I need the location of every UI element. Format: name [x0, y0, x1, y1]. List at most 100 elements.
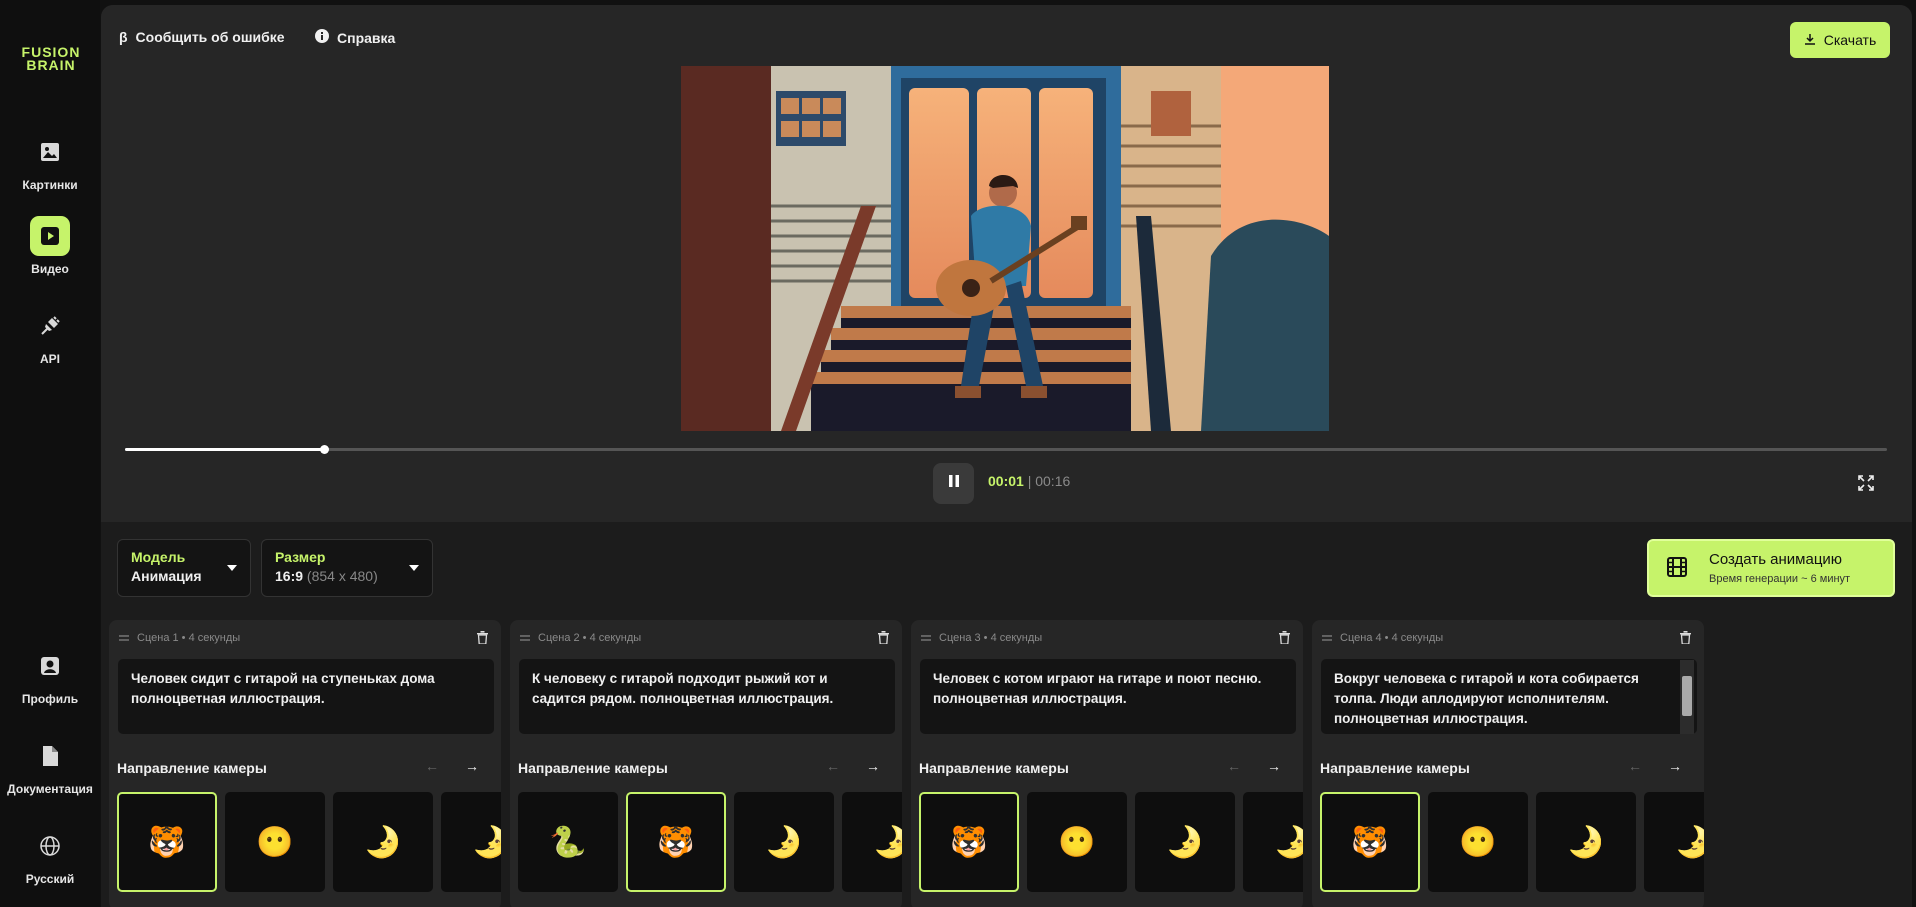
scene-title: Сцена 1 • 4 секунды	[137, 632, 241, 644]
beta-icon: β	[119, 29, 128, 45]
camera-option-icon: 😶	[256, 825, 294, 859]
camera-option[interactable]: 🌛	[1644, 792, 1704, 892]
sidebar-item-docs[interactable]: Документация	[0, 736, 100, 796]
sidebar-item-label: Видео	[31, 262, 69, 276]
create-animation-label: Создать анимацию	[1709, 551, 1843, 568]
arrow-left-icon[interactable]: ←	[1227, 758, 1241, 774]
camera-option-icon: 🌛	[1567, 825, 1605, 859]
arrow-left-icon[interactable]: ←	[1628, 758, 1642, 774]
sidebar-item-api[interactable]: API	[0, 306, 100, 366]
arrow-right-icon[interactable]: →	[1267, 758, 1281, 774]
current-time: 00:01	[988, 473, 1024, 489]
camera-option[interactable]: 🌛	[842, 792, 902, 892]
progress-bar[interactable]	[125, 445, 1887, 454]
help-label: Справка	[337, 29, 396, 46]
sidebar-item-label: Картинки	[22, 178, 78, 192]
camera-option[interactable]: 😶	[225, 792, 325, 892]
camera-option[interactable]: 🐍	[518, 792, 618, 892]
sidebar-item-images[interactable]: Картинки	[0, 132, 100, 192]
drag-handle-icon[interactable]	[119, 632, 129, 644]
scene-header: Сцена 3 • 4 секунды	[921, 632, 1042, 644]
scene-prompt-input[interactable]: Человек с котом играют на гитаре и поют …	[920, 659, 1296, 734]
arrow-left-icon[interactable]: ←	[425, 758, 439, 774]
download-icon	[1804, 32, 1816, 48]
prompt-scrollbar[interactable]	[1680, 660, 1694, 734]
camera-option[interactable]: 🌛	[1243, 792, 1303, 892]
camera-option[interactable]: 🐯	[1320, 792, 1420, 892]
size-pixels: (854 x 480)	[306, 568, 378, 584]
camera-options: 🐯 😶 🌛 🌛	[1320, 792, 1704, 892]
trash-icon[interactable]	[878, 631, 889, 649]
scene-card: Сцена 3 • 4 секунды Человек с котом игра…	[911, 620, 1303, 907]
camera-option-icon: 🐍	[549, 825, 587, 859]
sidebar-item-profile[interactable]: Профиль	[0, 646, 100, 706]
report-bug-link[interactable]: β Сообщить об ошибке	[119, 29, 285, 45]
camera-options: 🐯 😶 🌛 🌛	[919, 792, 1303, 892]
camera-option-icon: 😶	[1058, 825, 1096, 859]
trash-icon[interactable]	[1680, 631, 1691, 649]
progress-fill	[125, 448, 325, 451]
arrow-right-icon[interactable]: →	[866, 758, 880, 774]
time-separator: |	[1027, 473, 1032, 489]
chevron-down-icon	[227, 565, 237, 571]
camera-option[interactable]: 🌛	[1536, 792, 1636, 892]
trash-icon[interactable]	[1279, 631, 1290, 649]
camera-option[interactable]: 😶	[1428, 792, 1528, 892]
pause-icon	[947, 474, 961, 493]
total-time: 00:16	[1035, 473, 1071, 489]
camera-option-icon: 🌛	[1274, 825, 1303, 859]
drag-handle-icon[interactable]	[921, 632, 931, 644]
time-display: 00:01 | 00:16	[988, 473, 1070, 489]
camera-option[interactable]: 🐯	[919, 792, 1019, 892]
camera-direction-title: Направление камеры	[919, 760, 1069, 776]
create-animation-button[interactable]: Создать анимацию Время генерации ~ 6 мин…	[1647, 539, 1895, 597]
camera-option[interactable]: 🌛	[333, 792, 433, 892]
arrow-right-icon[interactable]: →	[465, 758, 479, 774]
drag-handle-icon[interactable]	[1322, 632, 1332, 644]
sidebar-item-video[interactable]: Видео	[0, 216, 100, 276]
camera-option[interactable]: 😶	[1027, 792, 1127, 892]
user-icon	[30, 646, 70, 686]
camera-option-icon: 🌛	[1675, 825, 1704, 859]
camera-direction-title: Направление камеры	[1320, 760, 1470, 776]
sidebar-item-label: API	[39, 352, 60, 366]
arrow-left-icon[interactable]: ←	[826, 758, 840, 774]
camera-option-icon: 😶	[1459, 825, 1497, 859]
camera-option[interactable]: 🐯	[117, 792, 217, 892]
camera-option[interactable]: 🌛	[441, 792, 501, 892]
camera-option-icon: 🐯	[148, 825, 186, 859]
camera-option[interactable]: 🌛	[734, 792, 834, 892]
info-icon	[315, 29, 329, 46]
logo[interactable]: FUSION BRAIN	[20, 45, 82, 72]
fullscreen-button[interactable]	[1858, 475, 1876, 493]
scrollbar-thumb[interactable]	[1682, 676, 1692, 716]
scene-card: Сцена 4 • 4 секунды Вокруг человека с ги…	[1312, 620, 1704, 907]
help-link[interactable]: Справка	[315, 29, 395, 46]
progress-handle[interactable]	[320, 445, 330, 454]
arrow-right-icon[interactable]: →	[1668, 758, 1682, 774]
pause-button[interactable]	[933, 463, 974, 504]
size-value: 16:9 (854 x 480)	[275, 568, 419, 584]
sidebar-item-label: Профиль	[21, 692, 79, 706]
model-select[interactable]: Модель Анимация	[117, 539, 251, 597]
download-button[interactable]: Скачать	[1790, 22, 1890, 58]
scene-prompt-input[interactable]: Вокруг человека с гитарой и кота собирае…	[1321, 659, 1697, 734]
camera-option[interactable]: 🐯	[626, 792, 726, 892]
video-frame[interactable]	[681, 66, 1329, 431]
scene-title: Сцена 4 • 4 секунды	[1340, 632, 1444, 644]
video-player: β Сообщить об ошибке Справка Скачать 00:…	[101, 5, 1912, 522]
camera-option[interactable]: 🌛	[1135, 792, 1235, 892]
scene-header: Сцена 2 • 4 секунды	[520, 632, 641, 644]
sidebar-item-language[interactable]: Русский	[0, 826, 100, 886]
model-label: Модель	[131, 549, 186, 565]
scene-prompt-input[interactable]: Человек сидит с гитарой на ступеньках до…	[118, 659, 494, 734]
chevron-down-icon	[409, 565, 419, 571]
camera-option-icon: 🌛	[765, 825, 803, 859]
trash-icon[interactable]	[477, 631, 488, 649]
download-label: Скачать	[1823, 32, 1877, 48]
scene-prompt-input[interactable]: К человеку с гитарой подходит рыжий кот …	[519, 659, 895, 734]
scene-card: Сцена 2 • 4 секунды К человеку с гитарой…	[510, 620, 902, 907]
scenes-list: Сцена 1 • 4 секунды Человек сидит с гита…	[109, 620, 1909, 907]
drag-handle-icon[interactable]	[520, 632, 530, 644]
size-select[interactable]: Размер 16:9 (854 x 480)	[261, 539, 433, 597]
